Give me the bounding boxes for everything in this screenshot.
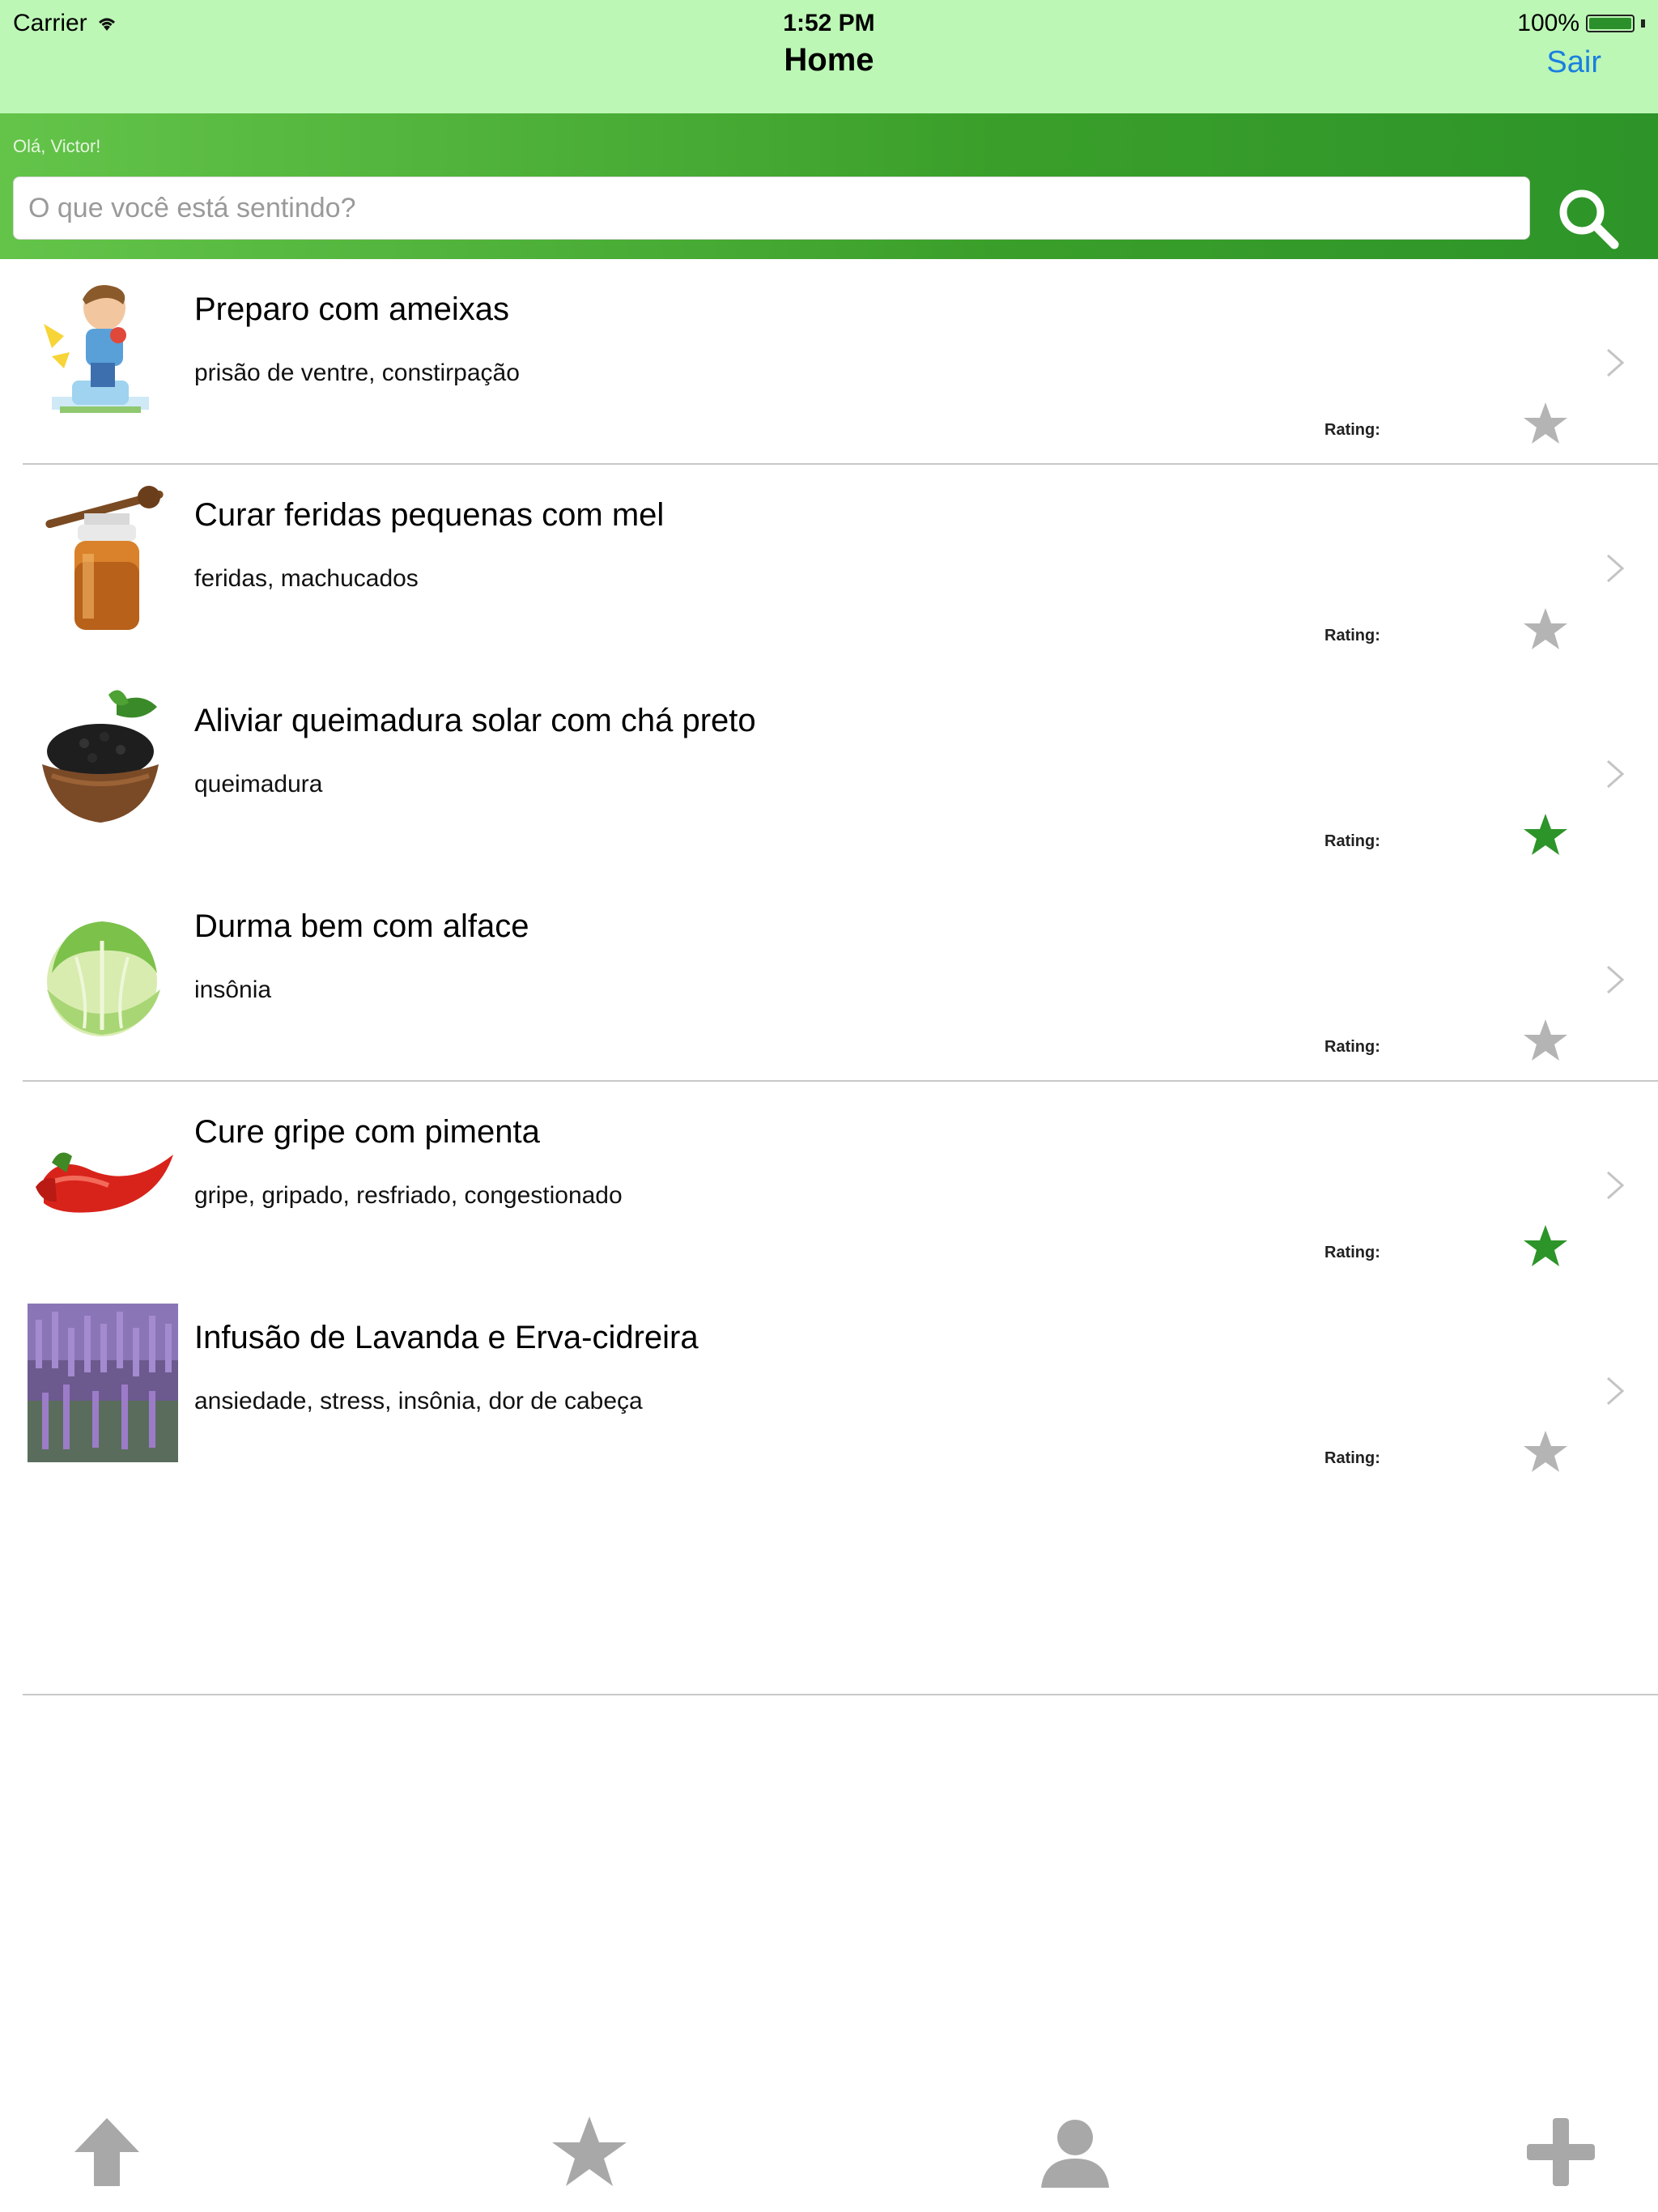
chevron-right-icon <box>1607 1376 1625 1406</box>
rating-label: Rating: <box>1324 421 1380 439</box>
star-icon[interactable] <box>1522 1018 1569 1063</box>
chevron-right-icon <box>1607 348 1625 377</box>
battery-percent: 100% <box>1517 10 1579 36</box>
battery-tip <box>1641 19 1645 28</box>
star-icon[interactable] <box>1522 606 1569 652</box>
item-tags: insônia <box>194 976 272 1003</box>
arrow-up-icon[interactable] <box>68 2113 146 2191</box>
chevron-right-icon <box>1607 965 1625 994</box>
tab-bar <box>0 2097 1658 2212</box>
item-title: Cure gripe com pimenta <box>194 1114 540 1150</box>
status-bar: Carrier 1:52 PM 100% <box>0 6 1658 39</box>
logout-button[interactable]: Sair <box>1546 45 1601 80</box>
battery-icon <box>1586 15 1635 32</box>
item-tags: ansiedade, stress, insônia, dor de cabeç… <box>194 1388 643 1414</box>
item-title: Infusão de Lavanda e Erva-cidreira <box>194 1320 699 1355</box>
item-title: Curar feridas pequenas com mel <box>194 497 665 533</box>
chevron-right-icon <box>1607 1171 1625 1200</box>
item-title: Durma bem com alface <box>194 908 529 944</box>
person-icon[interactable] <box>1036 2113 1114 2191</box>
lettuce-image <box>47 921 160 1036</box>
boy-toilet-image <box>44 285 149 413</box>
star-icon[interactable] <box>1522 401 1569 446</box>
item-tags: queimadura <box>194 771 323 798</box>
battery-indicator: 100% <box>1517 10 1645 37</box>
rating-label: Rating: <box>1324 1449 1380 1467</box>
page-title: Home <box>784 42 874 78</box>
rating-label: Rating: <box>1324 627 1380 644</box>
chevron-right-icon <box>1607 554 1625 583</box>
black-tea-bowl-image <box>42 690 159 823</box>
item-title: Aliviar queimadura solar com chá preto <box>194 703 756 738</box>
star-icon[interactable] <box>1522 812 1569 857</box>
item-tags: gripe, gripado, resfriado, congestionado <box>194 1182 623 1209</box>
honey-jar-image <box>45 486 164 630</box>
plus-icon[interactable] <box>1522 2113 1600 2191</box>
list-item[interactable]: Infusão de Lavanda e Erva-cidreira ansie… <box>0 1287 1658 1493</box>
list-item[interactable]: Cure gripe com pimenta gripe, gripado, r… <box>0 1082 1658 1287</box>
item-title: Preparo com ameixas <box>194 291 510 327</box>
list-footer-separator <box>23 1694 1658 1695</box>
rating-label: Rating: <box>1324 1038 1380 1056</box>
list-item[interactable]: Preparo com ameixas prisão de ventre, co… <box>0 259 1658 465</box>
search-header: Olá, Victor! <box>0 113 1658 259</box>
red-pepper-image <box>36 1152 173 1213</box>
search-input[interactable] <box>13 177 1530 240</box>
chevron-right-icon <box>1607 759 1625 789</box>
item-tags: feridas, machucados <box>194 565 419 592</box>
search-icon[interactable] <box>1554 185 1622 253</box>
list-item[interactable]: Aliviar queimadura solar com chá preto q… <box>0 670 1658 876</box>
navigation-bar: Carrier 1:52 PM 100% Home Sair <box>0 0 1658 113</box>
rating-label: Rating: <box>1324 1244 1380 1261</box>
rating-label: Rating: <box>1324 832 1380 850</box>
greeting-text: Olá, Victor! <box>13 136 101 156</box>
item-tags: prisão de ventre, constirpação <box>194 359 520 386</box>
lavender-field-image <box>28 1304 178 1462</box>
star-icon[interactable] <box>1522 1223 1569 1269</box>
list-item[interactable]: Curar feridas pequenas com mel feridas, … <box>0 465 1658 670</box>
star-icon[interactable] <box>1522 1429 1569 1474</box>
status-time: 1:52 PM <box>783 10 875 36</box>
star-icon[interactable] <box>551 2113 628 2191</box>
list-item[interactable]: Durma bem com alface insônia Rating: <box>0 876 1658 1082</box>
